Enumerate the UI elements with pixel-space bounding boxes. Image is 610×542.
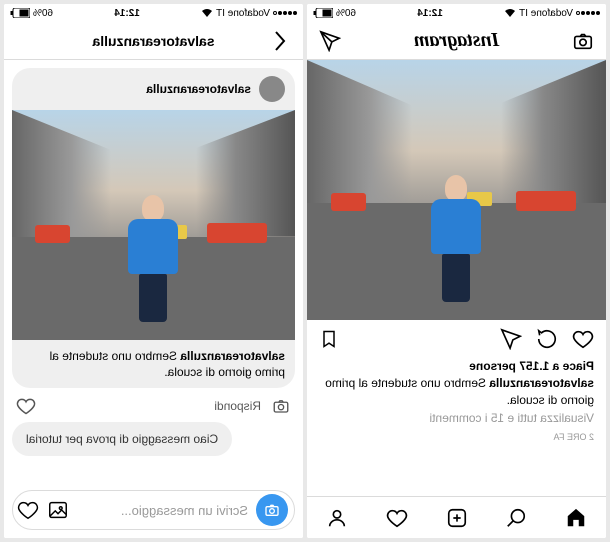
battery-icon: [313, 8, 333, 18]
carrier-label: Vodafone IT: [216, 8, 270, 19]
shared-caption-user[interactable]: salvatorearanzulla: [180, 349, 285, 363]
add-icon[interactable]: [446, 507, 468, 529]
battery-percent: 60%: [336, 8, 356, 19]
shared-post-image[interactable]: [12, 110, 295, 340]
message-input-bar: Scrivi un messaggio...: [12, 490, 295, 530]
feed-content: Piace a 1.157 persone salvatorearanzulla…: [307, 60, 606, 496]
battery-icon: [10, 8, 30, 18]
phone-feed: Vodafone IT 12:14 60% Instagram: [307, 4, 606, 538]
dm-title[interactable]: salvatorearanzulla: [38, 33, 269, 49]
shared-post[interactable]: salvatorearanzulla salvator: [12, 68, 295, 388]
camera-button[interactable]: [256, 494, 288, 526]
profile-icon[interactable]: [326, 507, 348, 529]
camera-icon[interactable]: [572, 30, 594, 52]
view-comments[interactable]: Visualizza tutti e 15 i commenti: [319, 410, 594, 427]
post-meta: Piace a 1.157 persone salvatorearanzulla…: [307, 358, 606, 450]
signal-icon: [576, 11, 600, 15]
post-actions: [307, 320, 606, 358]
shared-caption: salvatorearanzulla Sembro uno studente a…: [12, 340, 295, 388]
wifi-icon: [504, 8, 516, 18]
phone-dm: Vodafone IT 12:14 60% salvatorearanzulla: [4, 4, 303, 538]
home-icon[interactable]: [565, 507, 587, 529]
instagram-logo: Instagram: [341, 29, 572, 52]
carrier-label: Vodafone IT: [519, 8, 573, 19]
caption-username[interactable]: salvatorearanzulla: [489, 376, 594, 390]
post-caption: salvatorearanzulla Sembro uno studente a…: [319, 375, 594, 409]
heart-icon[interactable]: [17, 499, 39, 521]
shared-username[interactable]: salvatorearanzulla: [146, 82, 251, 96]
likes-count[interactable]: Piace a 1.157 persone: [319, 358, 594, 375]
dm-header: salvatorearanzulla: [4, 22, 303, 60]
post-image[interactable]: [307, 60, 606, 320]
like-message-icon[interactable]: [16, 396, 36, 416]
clock: 12:14: [417, 8, 443, 19]
clock: 12:14: [114, 8, 140, 19]
bookmark-icon[interactable]: [319, 328, 339, 350]
status-bar: Vodafone IT 12:14 60%: [307, 4, 606, 22]
status-bar: Vodafone IT 12:14 60%: [4, 4, 303, 22]
activity-icon[interactable]: [386, 507, 408, 529]
reply-camera-icon[interactable]: [271, 397, 291, 415]
dm-thread: salvatorearanzulla salvator: [4, 60, 303, 538]
battery-percent: 60%: [33, 8, 53, 19]
shared-post-header: salvatorearanzulla: [12, 68, 295, 110]
feed-header: Instagram: [307, 22, 606, 60]
bottom-nav: [307, 496, 606, 538]
like-icon[interactable]: [572, 328, 594, 350]
back-icon[interactable]: [269, 30, 291, 52]
message-input[interactable]: Scrivi un messaggio...: [77, 503, 248, 518]
sent-message[interactable]: Ciao messaggio di prova per tutorial: [12, 422, 232, 456]
post-time: 2 ORE FA: [319, 431, 594, 444]
search-icon[interactable]: [505, 507, 527, 529]
reply-link[interactable]: Rispondi: [214, 399, 261, 413]
signal-icon: [273, 11, 297, 15]
share-icon[interactable]: [500, 328, 522, 350]
direct-icon[interactable]: [319, 30, 341, 52]
comment-icon[interactable]: [536, 328, 558, 350]
wifi-icon: [201, 8, 213, 18]
dm-reply-row: Rispondi: [12, 396, 295, 422]
avatar[interactable]: [259, 76, 285, 102]
gallery-icon[interactable]: [47, 499, 69, 521]
